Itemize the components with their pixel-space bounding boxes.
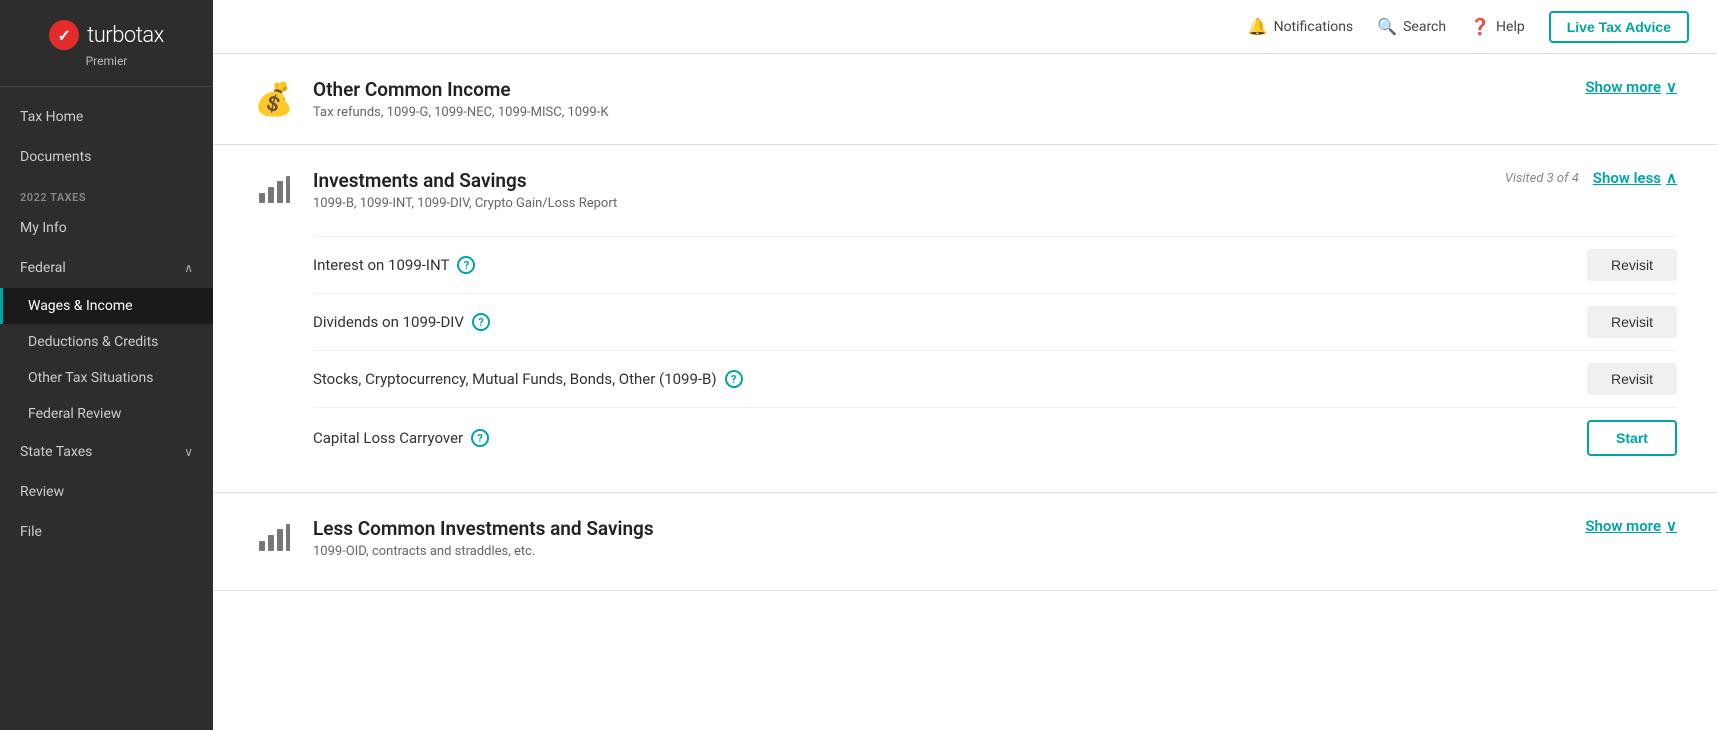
- investments-savings-title: Investments and Savings: [313, 169, 617, 192]
- notifications-button[interactable]: 🔔 Notifications: [1248, 17, 1354, 36]
- dividends-1099div-row: Dividends on 1099-DIV ? Revisit: [313, 293, 1677, 350]
- investments-savings-subtitle: 1099-B, 1099-INT, 1099-DIV, Crypto Gain/…: [313, 196, 617, 211]
- chevron-down-icon: ∨: [1666, 78, 1677, 96]
- sidebar-item-federal[interactable]: Federal ∧: [0, 248, 213, 288]
- dividends-help-icon[interactable]: ?: [472, 313, 490, 331]
- capital-loss-row: Capital Loss Carryover ? Start: [313, 407, 1677, 468]
- money-bag-icon: 💰: [253, 80, 295, 118]
- content-area: 💰 Other Common Income Tax refunds, 1099-…: [213, 54, 1717, 730]
- sidebar-item-my-info[interactable]: My Info: [0, 208, 213, 248]
- other-common-income-subtitle: Tax refunds, 1099-G, 1099-NEC, 1099-MISC…: [313, 105, 608, 120]
- chevron-down-icon: ∨: [184, 445, 193, 459]
- other-common-income-title: Other Common Income: [313, 78, 608, 101]
- sidebar-item-file[interactable]: File: [0, 512, 213, 552]
- turbotax-tier: Premier: [86, 54, 128, 68]
- section-less-common-investments: Less Common Investments and Savings 1099…: [213, 493, 1717, 591]
- sidebar-item-deductions-credits[interactable]: Deductions & Credits: [0, 324, 213, 360]
- chevron-up-icon: ∧: [184, 261, 193, 275]
- dividends-revisit-button[interactable]: Revisit: [1587, 306, 1677, 338]
- sidebar-section-2022-taxes: 2022 TAXES: [0, 177, 213, 208]
- bell-icon: 🔔: [1248, 17, 1268, 36]
- sidebar-item-state-taxes[interactable]: State Taxes ∨: [0, 432, 213, 472]
- capital-loss-start-button[interactable]: Start: [1587, 420, 1677, 456]
- live-tax-advice-button[interactable]: Live Tax Advice: [1549, 11, 1689, 43]
- sidebar-nav: Tax Home Documents 2022 TAXES My Info Fe…: [0, 87, 213, 730]
- bar-chart-icon: [253, 171, 295, 218]
- help-button[interactable]: ❓ Help: [1470, 17, 1525, 36]
- sidebar-item-review[interactable]: Review: [0, 472, 213, 512]
- stocks-revisit-button[interactable]: Revisit: [1587, 363, 1677, 395]
- sidebar-logo: ✓ turbotax Premier: [0, 0, 213, 87]
- bar-chart-icon-2: [253, 519, 295, 566]
- stocks-crypto-row: Stocks, Cryptocurrency, Mutual Funds, Bo…: [313, 350, 1677, 407]
- visited-label: Visited 3 of 4: [1505, 171, 1579, 186]
- other-common-income-show-more[interactable]: Show more ∨: [1585, 78, 1677, 96]
- less-common-investments-subtitle: 1099-OID, contracts and straddles, etc.: [313, 544, 654, 559]
- investments-expanded-rows: Interest on 1099-INT ? Revisit Dividends…: [313, 236, 1677, 468]
- interest-help-icon[interactable]: ?: [457, 256, 475, 274]
- interest-1099int-row: Interest on 1099-INT ? Revisit: [313, 236, 1677, 293]
- sidebar: ✓ turbotax Premier Tax Home Documents 20…: [0, 0, 213, 730]
- less-common-show-more[interactable]: Show more ∨: [1585, 517, 1677, 535]
- sidebar-item-tax-home[interactable]: Tax Home: [0, 97, 213, 137]
- sidebar-item-wages-income[interactable]: Wages & Income: [0, 288, 213, 324]
- turbotax-logo-text: turbotax: [87, 23, 164, 48]
- sidebar-item-documents[interactable]: Documents: [0, 137, 213, 177]
- search-button[interactable]: 🔍 Search: [1377, 17, 1446, 36]
- stocks-help-icon[interactable]: ?: [725, 370, 743, 388]
- sidebar-item-federal-review[interactable]: Federal Review: [0, 396, 213, 432]
- investments-show-less[interactable]: Show less ∧: [1593, 169, 1677, 187]
- interest-revisit-button[interactable]: Revisit: [1587, 249, 1677, 281]
- section-investments-savings: Investments and Savings 1099-B, 1099-INT…: [213, 145, 1717, 493]
- help-icon: ❓: [1470, 17, 1490, 36]
- search-icon: 🔍: [1377, 17, 1397, 36]
- capital-loss-help-icon[interactable]: ?: [471, 429, 489, 447]
- less-common-investments-title: Less Common Investments and Savings: [313, 517, 654, 540]
- turbotax-logo-check: ✓: [49, 20, 79, 50]
- main-content: 🔔 Notifications 🔍 Search ❓ Help Live Tax…: [213, 0, 1717, 730]
- chevron-down-icon-2: ∨: [1666, 517, 1677, 535]
- section-other-common-income: 💰 Other Common Income Tax refunds, 1099-…: [213, 54, 1717, 145]
- topnav: 🔔 Notifications 🔍 Search ❓ Help Live Tax…: [213, 0, 1717, 54]
- chevron-up-icon: ∧: [1666, 169, 1677, 187]
- sidebar-item-other-tax[interactable]: Other Tax Situations: [0, 360, 213, 396]
